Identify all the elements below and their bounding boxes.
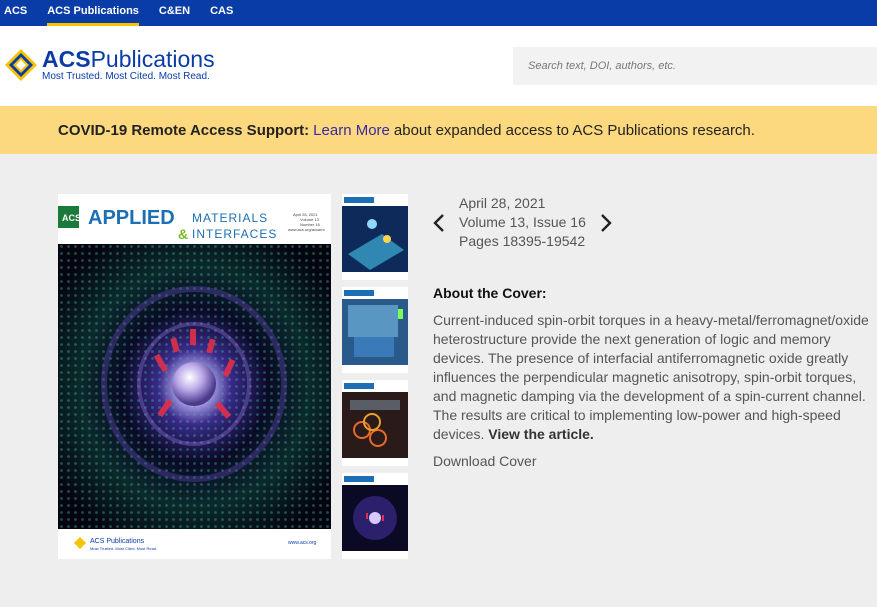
search-input[interactable]: [513, 47, 877, 85]
cover-applied: APPLIED: [88, 207, 175, 229]
issue-volume: Volume 13, Issue 16: [459, 214, 586, 230]
cover-thumbnails: [342, 194, 408, 566]
top-nav: ACS ACS Publications C&EN CAS: [0, 0, 877, 26]
chevron-left-icon[interactable]: [433, 213, 445, 233]
journal-cover-image[interactable]: ACS APPLIED MATERIALS & INTERFACES April…: [58, 194, 331, 559]
view-article-link[interactable]: View the article.: [488, 426, 594, 442]
cover-url-top: www.acs.org/acsami: [288, 227, 325, 232]
nav-acs-publications[interactable]: ACS Publications: [47, 0, 139, 26]
banner-rest: about expanded access to ACS Publication…: [393, 121, 755, 139]
acs-publications-logo[interactable]: ACSPublications Most Trusted. Most Cited…: [4, 48, 215, 82]
issue-date: April 28, 2021: [459, 195, 546, 211]
cover-acs-mark: ACS: [62, 213, 81, 223]
site-header: ACSPublications Most Trusted. Most Cited…: [0, 26, 877, 106]
acs-diamond-logo-icon: [5, 49, 37, 81]
cover-art: ACS APPLIED MATERIALS & INTERFACES April…: [58, 194, 331, 559]
learn-more-link[interactable]: Learn More: [313, 122, 390, 139]
banner-bold: COVID-19 Remote Access Support:: [58, 121, 310, 139]
nav-acs[interactable]: ACS: [4, 0, 27, 26]
nav-cas[interactable]: CAS: [210, 0, 233, 26]
issue-pages: Pages 18395-19542: [459, 233, 586, 249]
download-cover-link[interactable]: Download Cover: [433, 453, 537, 469]
cover-thumbnail[interactable]: [342, 473, 408, 559]
covid-banner: COVID-19 Remote Access Support: Learn Mo…: [0, 106, 877, 154]
logo-tagline: Most Trusted. Most Cited. Most Read.: [42, 71, 210, 82]
issue-info: April 28, 2021 Volume 13, Issue 16 Pages…: [433, 194, 877, 471]
logo-title: ACSPublications: [42, 46, 215, 72]
svg-text:&: &: [178, 226, 188, 242]
cover-footer-url: www.acs.org: [288, 540, 317, 546]
about-cover-heading: About the Cover:: [433, 285, 547, 301]
cover-thumbnail[interactable]: [342, 287, 408, 373]
cover-materials: MATERIALS: [192, 211, 268, 225]
cover-thumbnail[interactable]: [342, 380, 408, 466]
cover-thumbnail[interactable]: [342, 194, 408, 280]
cover-interfaces: INTERFACES: [192, 227, 277, 241]
about-cover-text: Current-induced spin-orbit torques in a …: [433, 312, 869, 442]
chevron-right-icon[interactable]: [600, 213, 612, 233]
nav-cen[interactable]: C&EN: [159, 0, 190, 26]
cover-footer-tagline: Most Trusted. Most Cited. Most Read.: [90, 546, 157, 551]
cover-footer-logo: ACS Publications: [90, 538, 145, 545]
